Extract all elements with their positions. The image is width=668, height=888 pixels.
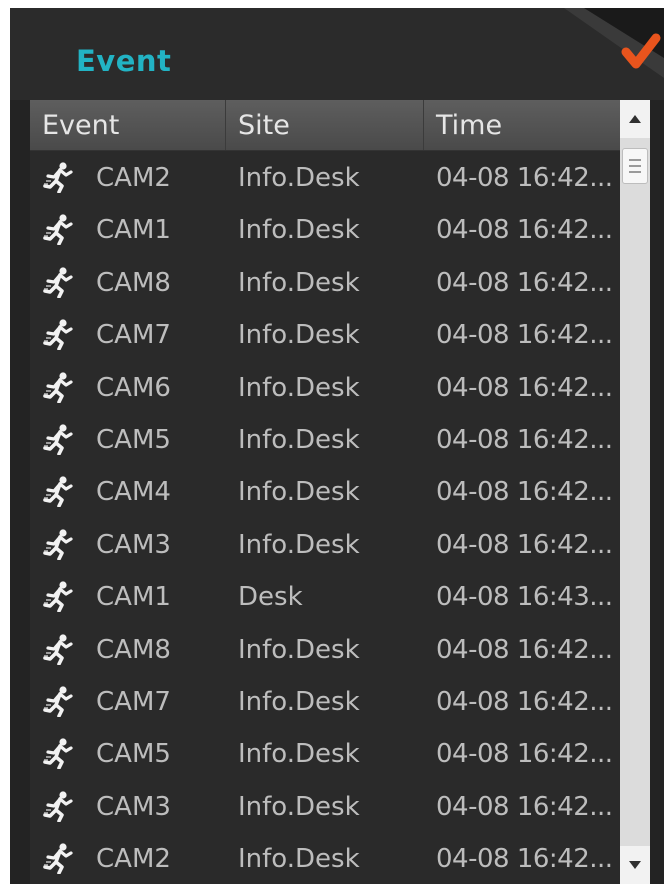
event-camera-cell: CAM6 [96,372,171,403]
table-row[interactable]: CAM7 Info.Desk 04-08 16:42... [30,675,620,727]
table-row[interactable]: CAM3 Info.Desk 04-08 16:42... [30,780,620,832]
time-cell: 04-08 16:42... [436,215,613,246]
arrow-up-icon [629,115,641,123]
running-person-icon [42,737,74,771]
time-cell: 04-08 16:42... [436,791,613,822]
running-person-icon [42,318,74,351]
running-person-icon [42,685,74,718]
event-camera-cell: CAM7 [96,687,171,717]
event-table: Event Site Time CAM2 Info.Desk 04-08 16:42… [30,100,620,884]
column-header-event[interactable]: Event [30,100,226,150]
running-person-icon [42,842,74,875]
scrollbar-track[interactable] [620,138,650,846]
site-cell: Info.Desk [238,634,360,665]
running-person-icon [42,475,74,509]
time-cell: 04-08 16:42... [436,320,613,351]
site-cell: Desk [238,582,303,613]
confirm-button[interactable] [544,8,664,100]
event-camera-cell: CAM4 [96,477,171,508]
event-camera-cell: CAM2 [96,844,171,875]
time-cell: 04-08 16:42... [436,477,613,508]
event-camera-cell: CAM7 [96,320,171,351]
running-person-icon [42,423,74,456]
site-cell: Info.Desk [238,529,360,560]
event-camera-cell: CAM5 [96,739,171,770]
table-row[interactable]: CAM4 Info.Desk 04-08 16:42... [30,465,620,517]
running-person-icon [42,790,74,823]
site-cell: Info.Desk [238,163,360,193]
table-row[interactable]: CAM5 Info.Desk 04-08 16:42... [30,413,620,465]
table-row[interactable]: CAM7 Info.Desk 04-08 16:42... [30,308,620,360]
running-person-icon [42,633,74,666]
time-cell: 04-08 16:42... [436,529,613,560]
table-row[interactable]: CAM5 Info.Desk 04-08 16:42... [30,727,620,779]
vertical-scrollbar[interactable] [620,100,650,884]
event-camera-cell: CAM2 [96,163,171,193]
table-row[interactable]: CAM3 Info.Desk 04-08 16:42... [30,518,620,570]
panel-header: Event [10,8,664,100]
event-camera-cell: CAM8 [96,267,171,298]
event-camera-cell: CAM5 [96,425,171,455]
site-cell: Info.Desk [238,477,360,508]
event-panel: Event Event Site Time CAM2 Info.Desk 04-08… [10,8,664,884]
table-row[interactable]: CAM8 Info.Desk 04-08 16:42... [30,623,620,675]
table-body: CAM2 Info.Desk 04-08 16:42... CAM1 Info.Desk… [30,151,620,884]
site-cell: Info.Desk [238,372,360,403]
grip-line [629,165,641,167]
event-camera-cell: CAM8 [96,634,171,665]
grip-line [629,159,641,161]
time-cell: 04-08 16:42... [436,844,613,875]
scrollbar-thumb[interactable] [622,148,648,184]
table-row[interactable]: CAM1 Info.Desk 04-08 16:42... [30,203,620,255]
grip-line [629,171,641,173]
site-cell: Info.Desk [238,267,360,298]
running-person-icon [42,266,74,299]
site-cell: Info.Desk [238,687,360,717]
running-person-icon [42,528,74,561]
time-cell: 04-08 16:42... [436,634,613,665]
table-row[interactable]: CAM1 Desk 04-08 16:43... [30,570,620,622]
table-row[interactable]: CAM6 Info.Desk 04-08 16:42... [30,361,620,413]
site-cell: Info.Desk [238,844,360,875]
running-person-icon [42,213,74,247]
site-cell: Info.Desk [238,215,360,246]
table-header: Event Site Time [30,100,620,151]
time-cell: 04-08 16:42... [436,739,613,770]
event-camera-cell: CAM1 [96,215,171,246]
time-cell: 04-08 16:42... [436,425,613,455]
arrow-down-icon [629,861,641,869]
checkmark-icon [564,8,664,78]
site-cell: Info.Desk [238,320,360,351]
time-cell: 04-08 16:42... [436,372,613,403]
event-camera-cell: CAM3 [96,529,171,560]
table-row[interactable]: CAM2 Info.Desk 04-08 16:42... [30,151,620,203]
time-cell: 04-08 16:43... [436,582,613,613]
column-header-time[interactable]: Time [424,100,620,150]
scroll-up-button[interactable] [620,100,650,138]
time-cell: 04-08 16:42... [436,267,613,298]
site-cell: Info.Desk [238,739,360,770]
time-cell: 04-08 16:42... [436,687,613,717]
site-cell: Info.Desk [238,425,360,455]
time-cell: 04-08 16:42... [436,163,613,193]
table-row[interactable]: CAM2 Info.Desk 04-08 16:42... [30,832,620,884]
running-person-icon [42,161,74,194]
column-header-site[interactable]: Site [226,100,424,150]
site-cell: Info.Desk [238,791,360,822]
event-camera-cell: CAM1 [96,582,171,613]
scroll-down-button[interactable] [620,846,650,884]
running-person-icon [42,580,74,613]
event-camera-cell: CAM3 [96,791,171,822]
panel-title: Event [76,44,172,78]
table-row[interactable]: CAM8 Info.Desk 04-08 16:42... [30,256,620,308]
running-person-icon [42,371,74,404]
